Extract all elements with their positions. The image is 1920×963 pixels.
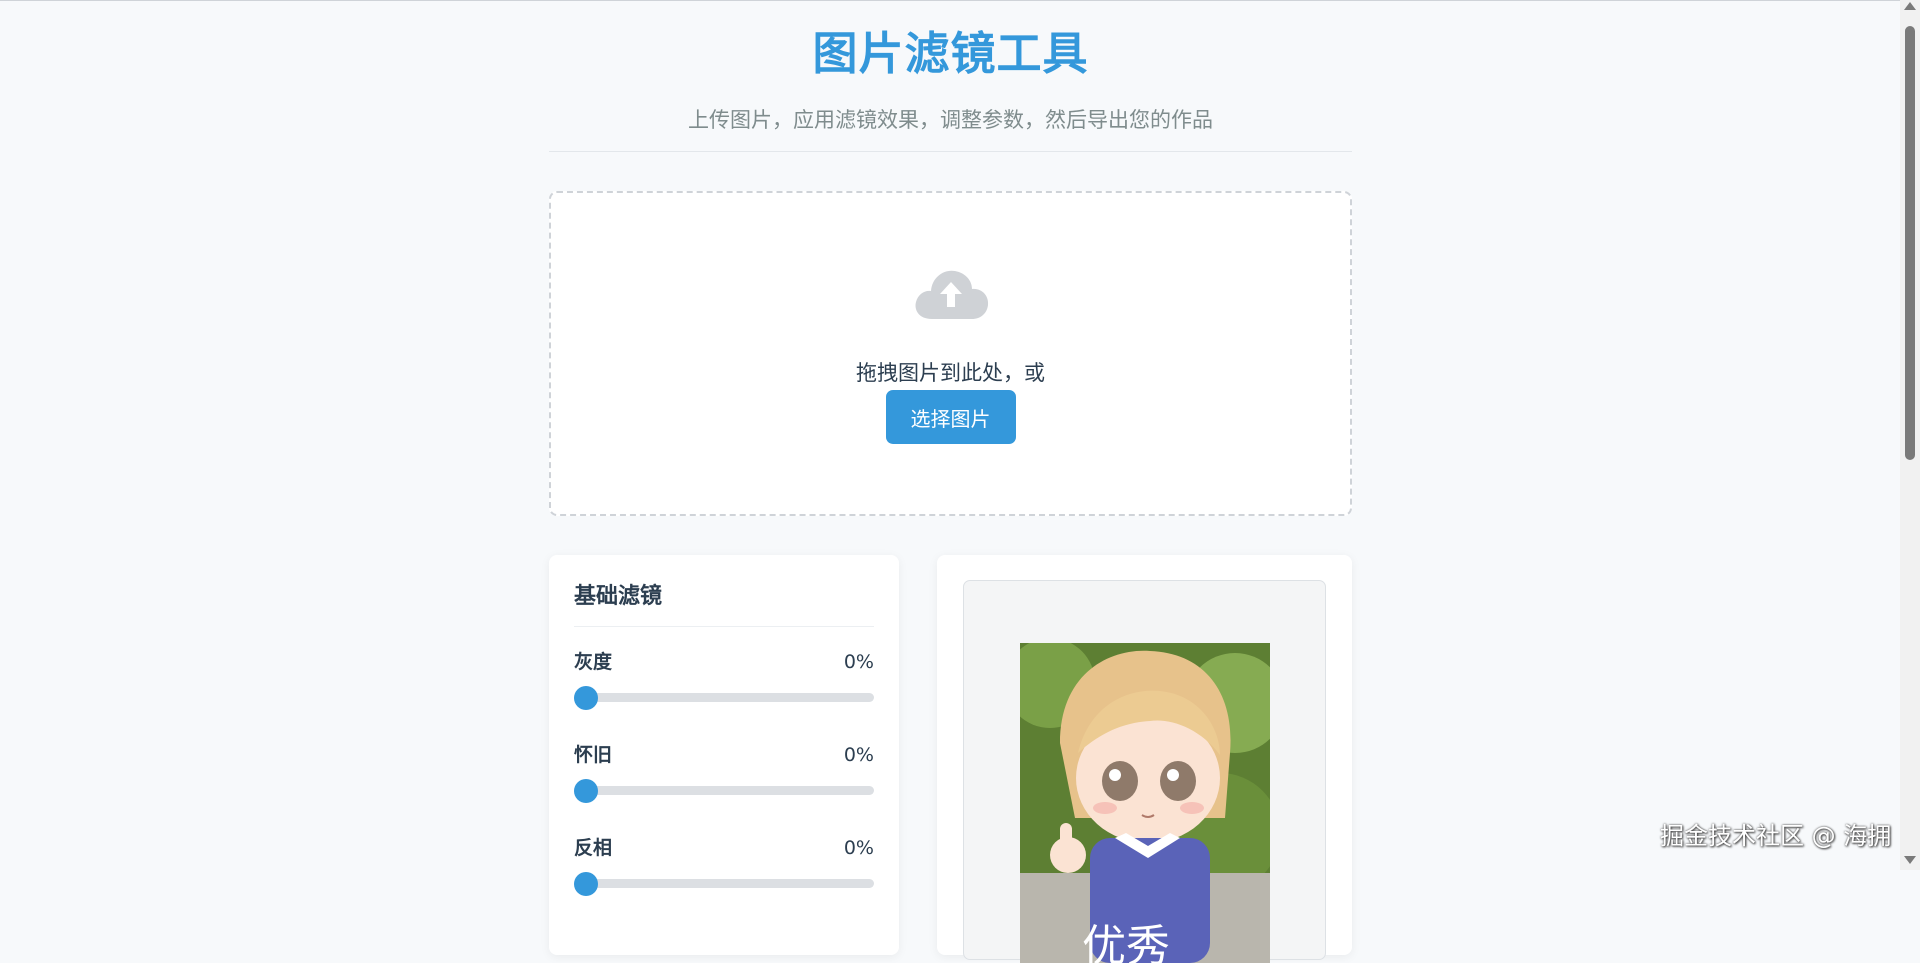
filter-label: 怀旧 <box>574 744 613 766</box>
filter-value: 0% <box>843 744 874 766</box>
filter-grayscale: 灰度 0% <box>574 627 874 720</box>
preview-panel: 优秀 <box>937 555 1352 963</box>
filter-controls-panel: 基础滤镜 灰度 0% 怀旧 0% 反相 0% <box>549 555 899 955</box>
cloud-upload-icon <box>915 270 988 319</box>
invert-slider-thumb[interactable] <box>574 872 598 896</box>
invert-slider-track[interactable] <box>574 879 874 888</box>
grayscale-slider-thumb[interactable] <box>574 686 598 710</box>
header-divider <box>549 151 1352 152</box>
grayscale-slider-track[interactable] <box>574 693 874 702</box>
sepia-slider-thumb[interactable] <box>574 779 598 803</box>
filter-invert: 反相 0% <box>574 813 874 906</box>
preview-image: 优秀 <box>1020 643 1270 963</box>
upload-dropzone[interactable]: 拖拽图片到此处，或 选择图片 <box>549 191 1352 516</box>
filter-label: 灰度 <box>574 651 613 673</box>
filter-value: 0% <box>843 837 874 859</box>
editor-panels: 基础滤镜 灰度 0% 怀旧 0% 反相 0% 优秀 <box>549 555 1352 963</box>
page-title: 图片滤镜工具 <box>812 27 1089 80</box>
filter-sepia: 怀旧 0% <box>574 720 874 813</box>
anime-character-image: 优秀 <box>1020 643 1270 963</box>
watermark-text: 掘金技术社区 @ 海拥 <box>1660 822 1892 850</box>
main-container: 图片滤镜工具 上传图片，应用滤镜效果，调整参数，然后导出您的作品 拖拽图片到此处… <box>549 0 1352 963</box>
scroll-up-arrow-icon[interactable] <box>1904 2 1916 10</box>
scrollbar-thumb[interactable] <box>1905 26 1915 460</box>
upload-prompt: 拖拽图片到此处，或 <box>856 361 1045 385</box>
scroll-down-arrow-icon[interactable] <box>1904 856 1916 864</box>
preview-canvas-area: 优秀 <box>963 580 1326 963</box>
filter-value: 0% <box>843 651 874 673</box>
filter-label: 反相 <box>574 837 613 859</box>
select-image-button[interactable]: 选择图片 <box>885 390 1016 444</box>
controls-title: 基础滤镜 <box>574 582 874 627</box>
page-subtitle: 上传图片，应用滤镜效果，调整参数，然后导出您的作品 <box>688 108 1213 132</box>
image-caption: 优秀 <box>1082 921 1170 963</box>
sepia-slider-track[interactable] <box>574 786 874 795</box>
vertical-scrollbar[interactable] <box>1900 0 1920 870</box>
